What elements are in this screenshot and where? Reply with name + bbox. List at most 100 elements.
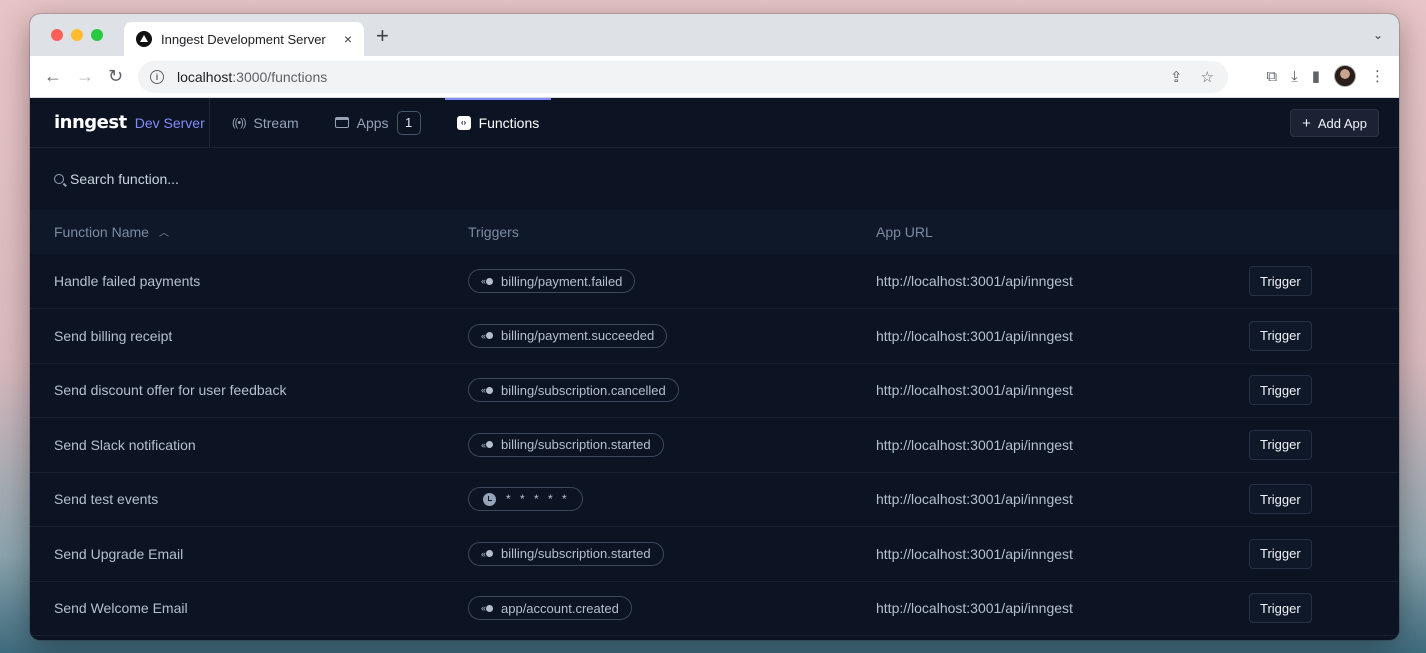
event-icon: ‹‹ xyxy=(481,331,493,341)
add-app-label: Add App xyxy=(1317,115,1367,131)
nav-apps-label: Apps xyxy=(356,114,389,131)
table-row: Send discount offer for user feedback ‹‹… xyxy=(30,363,1399,418)
function-name: Handle failed payments xyxy=(54,273,201,289)
event-icon: ‹‹ xyxy=(481,603,493,613)
nav-functions[interactable]: ‹› Functions xyxy=(444,98,552,147)
url-path: :3000/functions xyxy=(232,69,328,85)
column-header-function-name[interactable]: Function Name ︿ xyxy=(30,210,468,254)
window-controls xyxy=(51,29,103,41)
search-icon xyxy=(54,174,64,184)
sort-ascending-icon[interactable]: ︿ xyxy=(159,224,169,239)
table-row: Send Welcome Email ‹‹ app/account.create… xyxy=(30,581,1399,636)
column-header-actions xyxy=(1249,210,1399,254)
clock-icon xyxy=(483,492,496,506)
trigger-label: billing/subscription.started xyxy=(501,546,651,562)
browser-menu-icon[interactable]: ⋮ xyxy=(1370,67,1385,85)
table-row: Send Upgrade Email ‹‹ billing/subscripti… xyxy=(30,527,1399,581)
inngest-app: inngest Dev Server ((•)) Stream Apps 1 ‹… xyxy=(30,98,1399,640)
table-row: Send billing receipt ‹‹ billing/payment.… xyxy=(30,309,1399,363)
add-app-button[interactable]: + Add App xyxy=(1290,109,1379,137)
trigger-pill: ‹‹ billing/payment.succeeded xyxy=(468,323,668,348)
brand-subtitle: Dev Server xyxy=(134,114,205,131)
function-name: Send Slack notification xyxy=(54,436,196,453)
browser-tab[interactable]: Inngest Development Server × xyxy=(124,22,364,56)
address-bar[interactable]: i localhost:3000/functions ⇪ ☆ xyxy=(138,61,1228,93)
trigger-pill: ‹‹ billing/subscription.started xyxy=(468,541,664,566)
brand: inngest Dev Server xyxy=(30,98,210,147)
column-header-triggers: Triggers xyxy=(468,224,519,240)
trigger-button[interactable]: Trigger xyxy=(1249,266,1312,296)
tab-title: Inngest Development Server xyxy=(161,31,326,47)
trigger-button[interactable]: Trigger xyxy=(1249,320,1312,351)
url-host: localhost xyxy=(177,69,233,85)
nav-stream-label: Stream xyxy=(253,114,299,131)
download-icon[interactable]: ⤓ xyxy=(1291,68,1298,85)
trigger-pill: ‹‹ billing/subscription.cancelled xyxy=(468,378,679,403)
nav-stream[interactable]: ((•)) Stream xyxy=(232,98,299,147)
trigger-pill: ‹‹ billing/subscription.started xyxy=(468,432,664,457)
trigger-button[interactable]: Trigger xyxy=(1249,375,1312,406)
plus-icon: + xyxy=(1302,114,1311,132)
apps-icon xyxy=(334,117,349,128)
share-icon[interactable]: ⇪ xyxy=(1170,68,1183,86)
app-url: http://localhost:3001/api/inngest xyxy=(876,273,1073,289)
trigger-button[interactable]: Trigger xyxy=(1249,538,1312,569)
function-name: Send billing receipt xyxy=(54,327,173,344)
search-function-input[interactable] xyxy=(70,171,470,187)
trigger-label: billing/payment.succeeded xyxy=(501,328,655,344)
apps-count-badge: 1 xyxy=(396,110,421,135)
trigger-label: billing/subscription.started xyxy=(501,437,651,453)
trigger-button[interactable]: Trigger xyxy=(1249,593,1312,624)
sidebar-icon[interactable]: ▮ xyxy=(1312,67,1320,85)
function-name: Send Welcome Email xyxy=(54,600,188,617)
site-info-icon[interactable]: i xyxy=(150,70,164,84)
trigger-pill: ‹‹ app/account.created xyxy=(468,596,632,621)
reload-button[interactable]: ↻ xyxy=(108,66,123,86)
maximize-window-button[interactable] xyxy=(91,29,103,41)
trigger-label: * * * * * xyxy=(506,492,570,507)
tab-strip: Inngest Development Server × + ⌄ xyxy=(30,14,1399,56)
bookmark-star-icon[interactable]: ☆ xyxy=(1201,68,1214,86)
app-url: http://localhost:3001/api/inngest xyxy=(876,600,1073,617)
app-url: http://localhost:3001/api/inngest xyxy=(876,327,1073,344)
tab-search-chevron-icon[interactable]: ⌄ xyxy=(1373,28,1383,42)
close-window-button[interactable] xyxy=(51,29,63,41)
table-row: Send test events * * * * * http://localh… xyxy=(30,472,1399,527)
app-url: http://localhost:3001/api/inngest xyxy=(876,382,1073,399)
close-tab-icon[interactable]: × xyxy=(344,31,352,47)
minimize-window-button[interactable] xyxy=(71,29,83,41)
functions-icon: ‹› xyxy=(456,115,471,130)
trigger-label: app/account.created xyxy=(501,600,619,616)
trigger-label: billing/payment.failed xyxy=(501,273,623,289)
forward-button[interactable]: → xyxy=(76,66,94,86)
function-name: Send Upgrade Email xyxy=(54,545,184,562)
event-icon: ‹‹ xyxy=(481,549,493,559)
column-header-app-url: App URL xyxy=(876,224,933,240)
event-icon: ‹‹ xyxy=(481,440,493,450)
table-row: Send Slack notification ‹‹ billing/subsc… xyxy=(30,418,1399,472)
table-row: Handle failed payments ‹‹ billing/paymen… xyxy=(30,254,1399,309)
nav-apps[interactable]: Apps 1 xyxy=(334,98,421,147)
browser-toolbar: ← → ↻ i localhost:3000/functions ⇪ ☆ ⧉ ⤓… xyxy=(30,56,1399,98)
trigger-pill: ‹‹ billing/payment.failed xyxy=(468,269,636,293)
inngest-favicon-icon xyxy=(136,31,152,47)
profile-avatar[interactable] xyxy=(1334,65,1356,87)
table-header-row: Function Name ︿ Triggers App URL xyxy=(30,210,1399,254)
trigger-button[interactable]: Trigger xyxy=(1249,484,1312,515)
search-bar xyxy=(30,148,1399,210)
app-url: http://localhost:3001/api/inngest xyxy=(876,545,1073,562)
main-nav: ((•)) Stream Apps 1 ‹› Functions xyxy=(232,98,587,147)
app-header: inngest Dev Server ((•)) Stream Apps 1 ‹… xyxy=(30,98,1399,148)
stream-icon: ((•)) xyxy=(232,116,246,129)
event-icon: ‹‹ xyxy=(481,276,493,286)
new-tab-button[interactable]: + xyxy=(376,25,389,47)
inngest-logo: inngest xyxy=(54,112,127,133)
app-url: http://localhost:3001/api/inngest xyxy=(876,436,1073,453)
trigger-button[interactable]: Trigger xyxy=(1249,429,1312,460)
function-name: Send test events xyxy=(54,491,159,508)
browser-window: Inngest Development Server × + ⌄ ← → ↻ i… xyxy=(30,14,1399,640)
event-icon: ‹‹ xyxy=(481,385,493,395)
back-button[interactable]: ← xyxy=(44,66,62,86)
extensions-icon[interactable]: ⧉ xyxy=(1266,68,1277,85)
function-name: Send discount offer for user feedback xyxy=(54,382,287,399)
